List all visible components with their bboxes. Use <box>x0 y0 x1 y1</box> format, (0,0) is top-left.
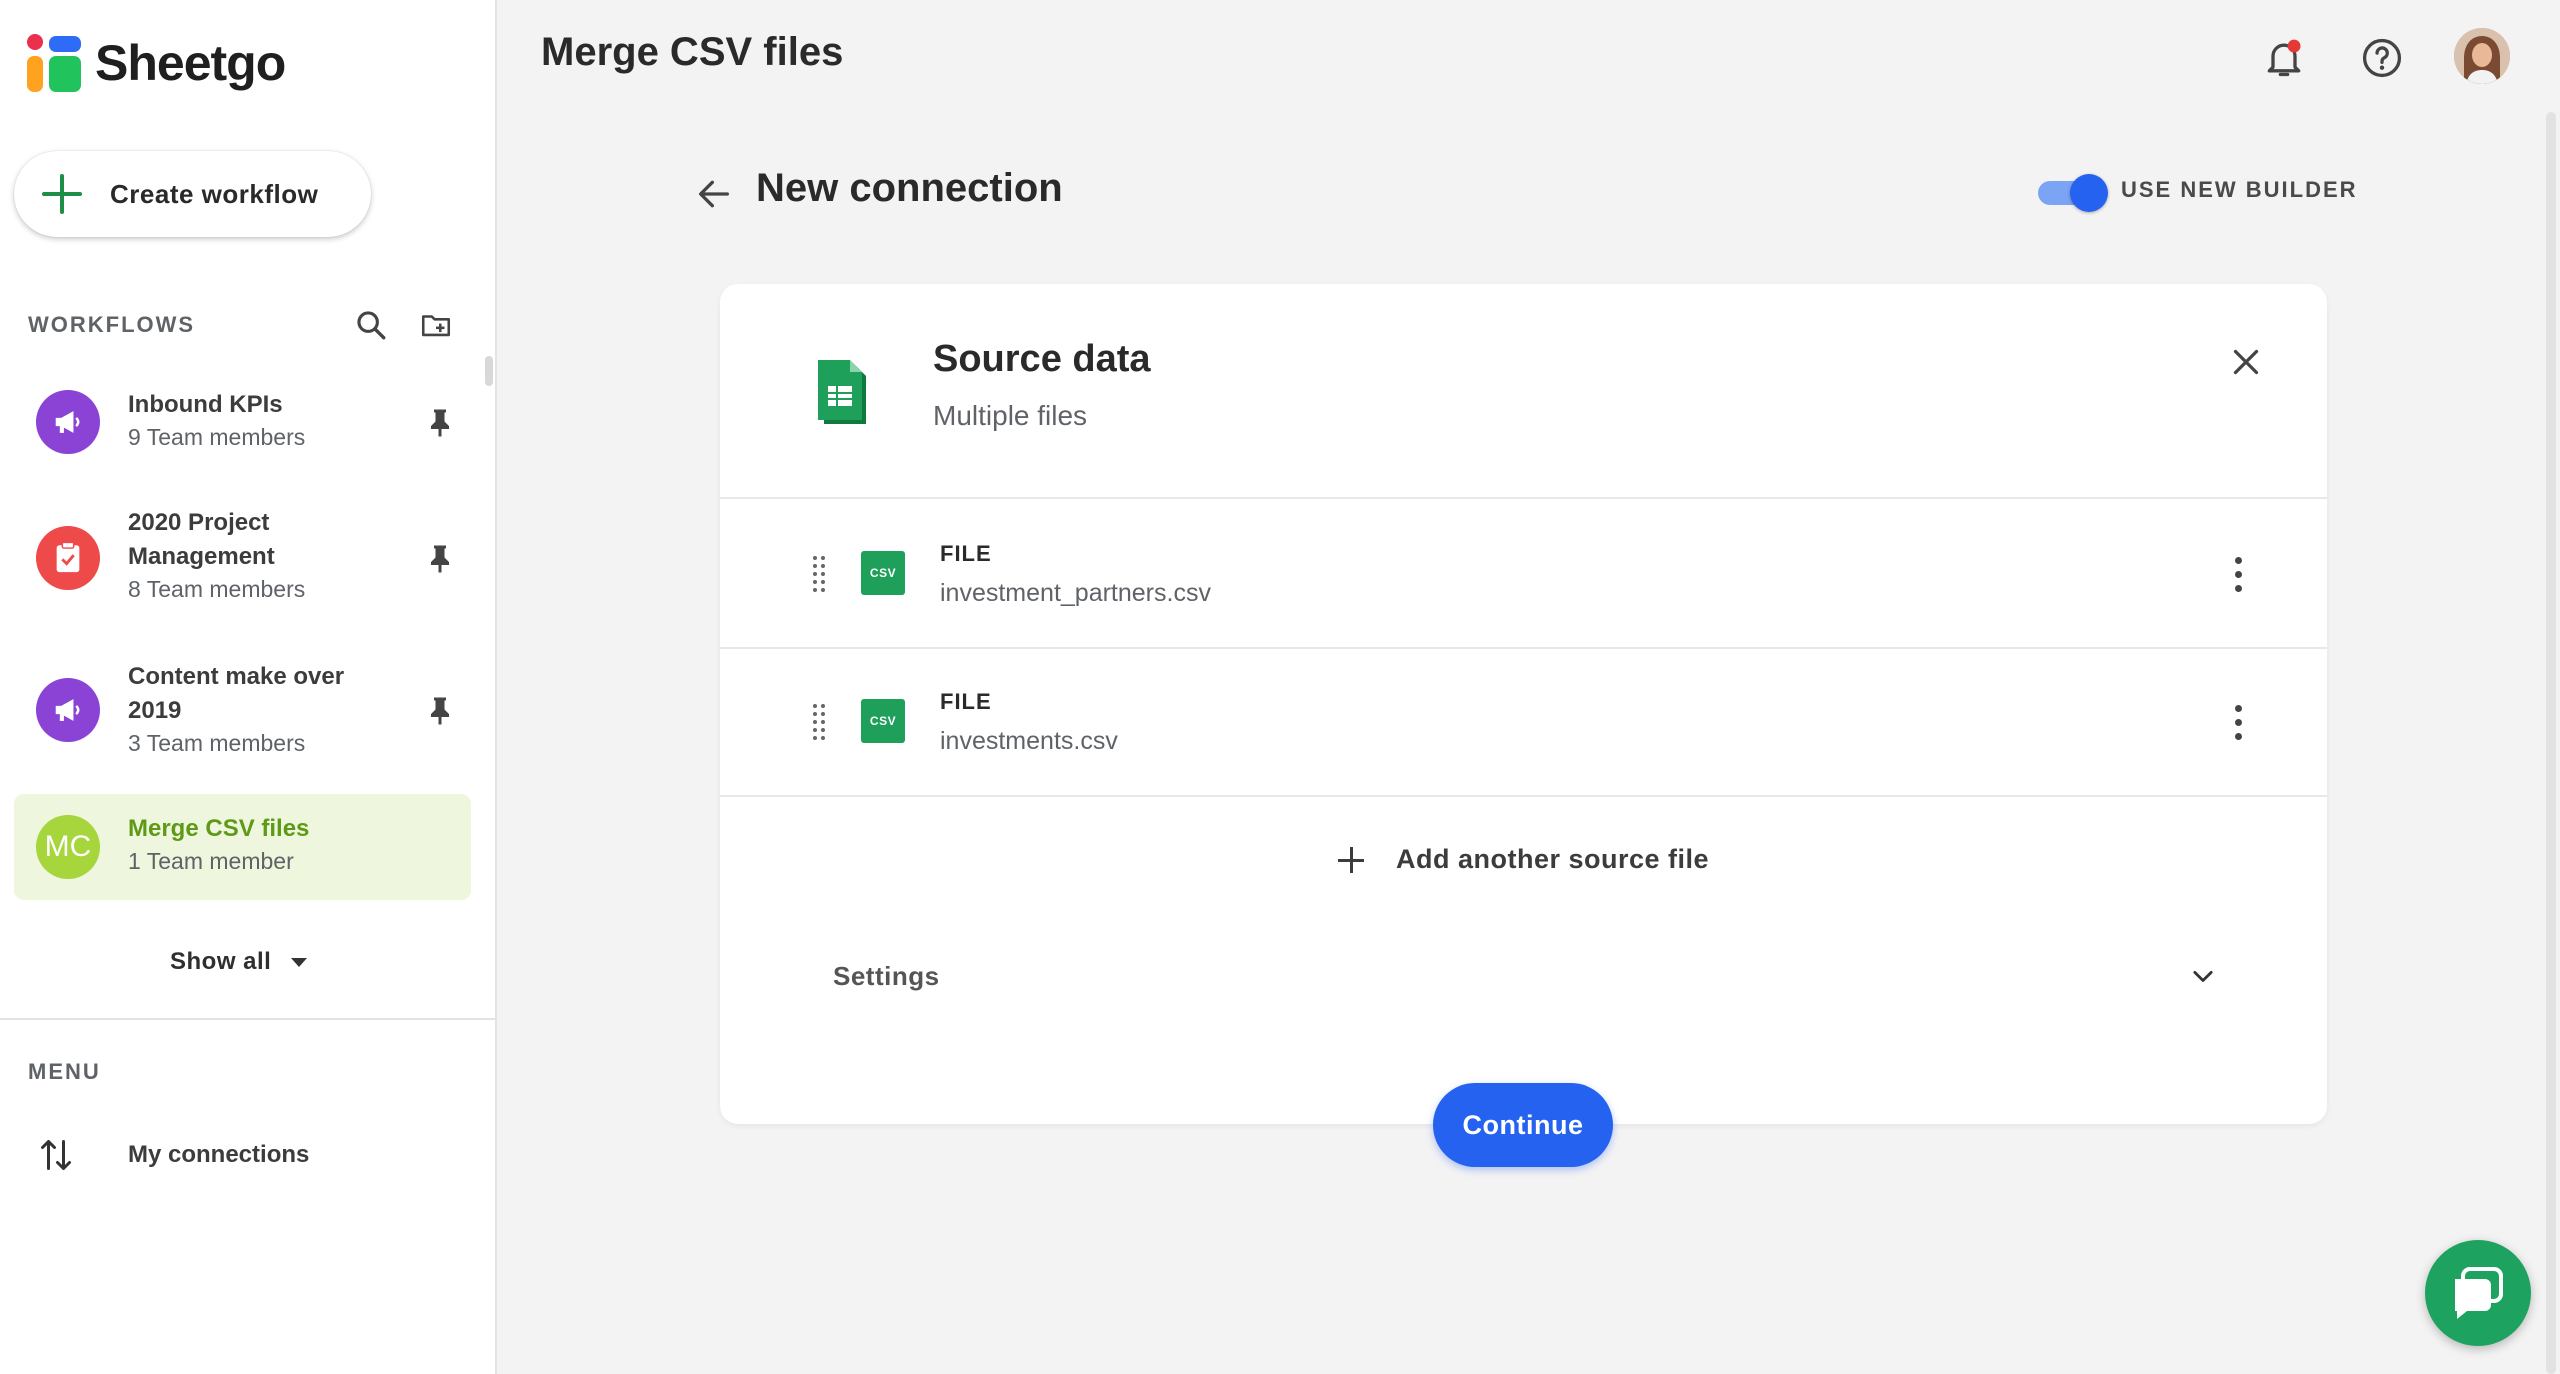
notification-bell-icon[interactable] <box>2262 36 2306 80</box>
workflow-members: 8 Team members <box>128 576 306 602</box>
help-icon[interactable] <box>2360 36 2404 80</box>
workflow-members: 3 Team members <box>128 730 306 756</box>
sheetgo-logo[interactable]: Sheetgo <box>27 34 286 92</box>
pin-icon[interactable] <box>428 696 452 726</box>
source-data-card: Source data Multiple files CSV FILE inve… <box>720 284 2327 1124</box>
new-builder-toggle[interactable] <box>2038 174 2108 212</box>
workflow-initials-avatar: MC <box>36 815 100 879</box>
drag-handle-icon[interactable] <box>812 703 826 743</box>
search-icon[interactable] <box>354 308 388 342</box>
chat-bubble-icon <box>2455 1267 2503 1319</box>
swap-vertical-icon <box>41 1140 71 1170</box>
continue-button[interactable]: Continue <box>1433 1083 1613 1167</box>
file-name: investment_partners.csv <box>940 579 1211 607</box>
create-workflow-label: Create workflow <box>110 178 319 209</box>
new-folder-icon[interactable] <box>418 308 454 342</box>
file-name: investments.csv <box>940 727 1118 755</box>
brand-name: Sheetgo <box>95 35 286 91</box>
workflow-members: 1 Team member <box>128 848 294 874</box>
show-all-button[interactable]: Show all <box>170 948 308 976</box>
source-file-row[interactable]: CSV FILE investment_partners.csv <box>720 501 2327 649</box>
source-card-header: Source data Multiple files <box>720 284 2327 499</box>
plus-icon <box>42 174 82 214</box>
menu-item-my-connections[interactable]: My connections <box>14 1120 471 1190</box>
workflow-members: 9 Team members <box>128 424 306 450</box>
add-source-file-button[interactable]: Add another source file <box>720 844 2327 875</box>
workflows-section-label: WORKFLOWS <box>28 312 196 337</box>
plus-icon <box>1337 846 1364 873</box>
user-avatar[interactable] <box>2454 28 2510 84</box>
clipboard-check-icon <box>36 526 100 590</box>
megaphone-icon <box>36 390 100 454</box>
create-workflow-button[interactable]: Create workflow <box>14 151 371 237</box>
settings-expander[interactable]: Settings <box>833 957 2233 997</box>
connection-title: New connection <box>756 166 1063 210</box>
workflow-title: Inbound KPIs <box>128 391 283 418</box>
workflow-item-inbound-kpis[interactable]: Inbound KPIs 9 Team members <box>14 372 471 472</box>
workflow-item-content-make-over-2019[interactable]: Content make over 2019 3 Team members <box>14 648 471 776</box>
caret-down-icon <box>291 957 308 967</box>
sidebar-scrollbar[interactable] <box>485 356 493 386</box>
more-options-icon[interactable] <box>2232 703 2244 743</box>
back-arrow-icon[interactable] <box>694 174 734 214</box>
file-type-label: FILE <box>940 541 992 566</box>
new-builder-toggle-label: USE NEW BUILDER <box>2121 177 2358 202</box>
source-data-title: Source data <box>933 338 1151 380</box>
close-icon[interactable] <box>2228 344 2264 380</box>
csv-file-icon: CSV <box>861 699 905 743</box>
add-source-file-label: Add another source file <box>1395 844 1710 874</box>
settings-label: Settings <box>833 961 940 991</box>
workflow-item-merge-csv-files[interactable]: MC Merge CSV files 1 Team member <box>14 794 471 900</box>
chevron-down-icon <box>2193 970 2213 982</box>
pin-icon[interactable] <box>428 544 452 574</box>
workflow-item-2020-project-management[interactable]: 2020 Project Management 8 Team members <box>14 494 471 622</box>
source-file-row[interactable]: CSV FILE investments.csv <box>720 649 2327 797</box>
sheetgo-logo-icon <box>27 34 83 92</box>
workflow-title: Merge CSV files <box>128 815 310 842</box>
workflow-title: 2020 Project Management <box>128 509 275 570</box>
sidebar: Sheetgo Create workflow WORKFLOWS Inboun… <box>0 0 497 1374</box>
workflow-title: Content make over 2019 <box>128 663 345 724</box>
menu-item-label: My connections <box>128 1141 310 1168</box>
app-root: Sheetgo Create workflow WORKFLOWS Inboun… <box>0 0 2560 1374</box>
megaphone-icon <box>36 678 100 742</box>
main-scrollbar[interactable] <box>2546 112 2556 1374</box>
source-data-subtitle: Multiple files <box>933 400 1088 431</box>
show-all-label: Show all <box>170 948 272 975</box>
csv-file-icon: CSV <box>861 551 905 595</box>
file-type-label: FILE <box>940 689 992 714</box>
spreadsheet-file-icon <box>818 360 866 424</box>
drag-handle-icon[interactable] <box>812 555 826 595</box>
chat-support-button[interactable] <box>2425 1240 2531 1346</box>
pin-icon[interactable] <box>428 408 452 438</box>
more-options-icon[interactable] <box>2232 555 2244 595</box>
page-title: Merge CSV files <box>541 30 844 74</box>
toggle-knob <box>2070 174 2108 212</box>
menu-section-label: MENU <box>28 1059 101 1084</box>
sidebar-divider <box>0 1018 497 1020</box>
